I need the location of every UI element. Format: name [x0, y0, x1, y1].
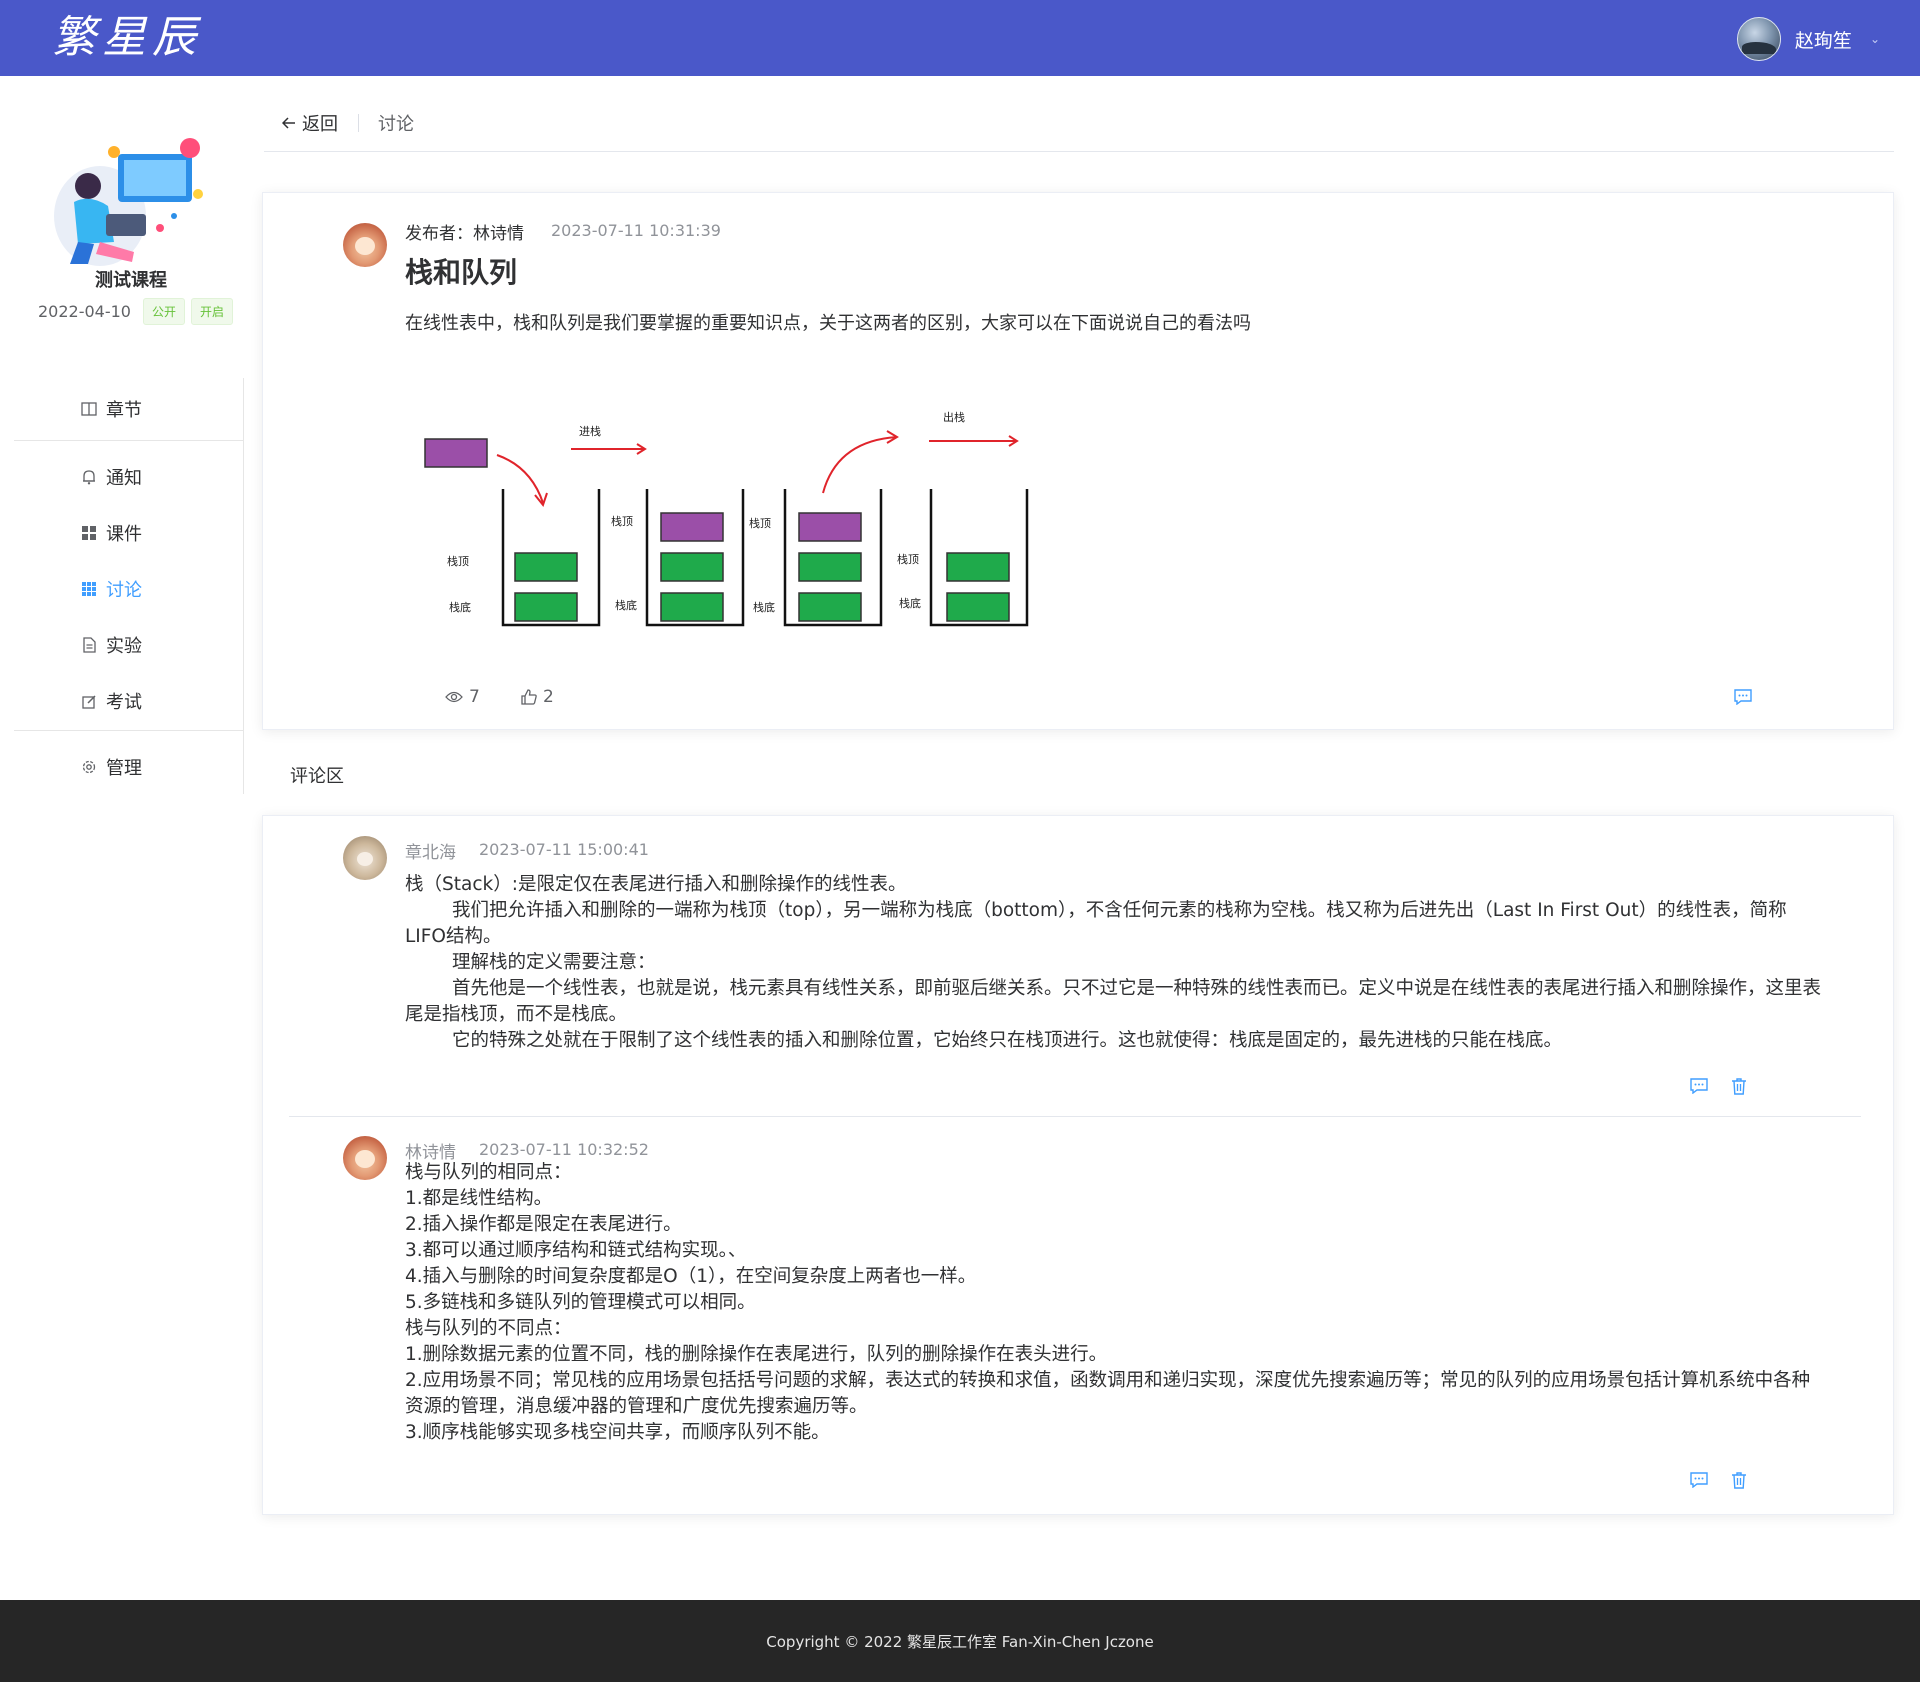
comment-body: 栈（Stack）:是限定仅在表尾进行插入和删除操作的线性表。 我们把允许插入和删… — [405, 874, 1822, 1051]
page-footer: Copyright © 2022 繁星辰工作室 Fan-Xin-Chen Jcz… — [0, 1600, 1920, 1682]
menu-item-experiments[interactable]: 实验 — [80, 632, 142, 658]
menu-label-courseware: 课件 — [106, 524, 142, 545]
top-label: 栈顶 — [447, 554, 469, 568]
open-tag: 开启 — [191, 298, 234, 325]
book-icon — [80, 400, 98, 418]
user-avatar[interactable] — [1736, 17, 1781, 61]
edit-icon — [80, 692, 98, 710]
user-menu[interactable]: 赵珣笙 ⌄ — [1736, 17, 1880, 61]
page-header: 返回 讨论 — [264, 90, 1894, 152]
course-sidebar: 测试课程 2022-04-10 公开 开启 章节 通知 课件 讨论 实验 考试 … — [0, 76, 250, 796]
pop-label: 出栈 — [943, 410, 965, 424]
comment-author: 章北海 — [405, 843, 456, 863]
comments-section-label: 评论区 — [290, 766, 344, 787]
menu-label-experiments: 实验 — [106, 636, 142, 657]
top-label: 栈顶 — [611, 514, 633, 528]
top-navbar: 繁星辰 赵珣笙 ⌄ — [0, 0, 1920, 76]
page-title: 讨论 — [378, 114, 414, 135]
menu-item-discussion[interactable]: 讨论 — [80, 576, 142, 602]
back-label: 返回 — [302, 114, 338, 135]
menu-item-notices[interactable]: 通知 — [80, 464, 142, 490]
chevron-down-icon[interactable]: ⌄ — [1870, 32, 1880, 46]
comment-divider — [289, 1116, 1861, 1117]
top-label: 栈顶 — [749, 516, 771, 530]
commenter-avatar[interactable] — [343, 836, 387, 880]
bottom-label: 栈底 — [615, 598, 637, 612]
delete-icon[interactable] — [1729, 1470, 1749, 1490]
view-count: 7 — [445, 687, 480, 707]
author-prefix: 发布者： — [405, 224, 473, 244]
post-title: 栈和队列 — [405, 256, 518, 289]
back-button[interactable]: 返回 — [281, 110, 338, 136]
author-name: 林诗情 — [473, 224, 524, 244]
eye-icon — [445, 691, 463, 703]
bottom-label: 栈底 — [753, 600, 775, 614]
author-avatar[interactable] — [343, 223, 387, 267]
bottom-label: 栈底 — [899, 596, 921, 610]
grid-icon — [80, 524, 98, 542]
delete-icon[interactable] — [1729, 1076, 1749, 1096]
reply-icon[interactable] — [1689, 1076, 1709, 1096]
course-title: 测试课程 — [95, 270, 167, 291]
course-menu: 章节 通知 课件 讨论 实验 考试 管理 — [14, 378, 244, 794]
copyright-text: Copyright © 2022 繁星辰工作室 Fan-Xin-Chen Jcz… — [766, 1632, 1154, 1651]
menu-label-notices: 通知 — [106, 468, 142, 489]
comments-card: 章北海 2023-07-11 15:00:41 栈（Stack）:是限定仅在表尾… — [262, 815, 1894, 1515]
menu-item-courseware[interactable]: 课件 — [80, 520, 142, 546]
like-button[interactable]: 2 — [521, 687, 554, 707]
document-icon — [80, 636, 98, 654]
push-label: 进栈 — [579, 424, 601, 438]
reply-icon[interactable] — [1733, 687, 1753, 707]
menu-label-exams: 考试 — [106, 692, 142, 713]
header-separator — [358, 114, 359, 132]
menu-item-chapters[interactable]: 章节 — [80, 396, 142, 422]
post-content: 在线性表中，栈和队列是我们要掌握的重要知识点，关于这两者的区别，大家可以在下面说… — [405, 313, 1251, 334]
post-time: 2023-07-11 10:31:39 — [551, 221, 721, 240]
comment-time: 2023-07-11 15:00:41 — [479, 840, 649, 859]
menu-item-manage[interactable]: 管理 — [80, 754, 142, 780]
public-tag: 公开 — [142, 298, 185, 325]
menu-label-discussion: 讨论 — [106, 580, 142, 601]
gear-icon — [80, 758, 98, 776]
like-count-value: 2 — [543, 687, 554, 707]
top-label: 栈顶 — [897, 552, 919, 566]
menu-divider — [14, 440, 244, 441]
user-name[interactable]: 赵珣笙 — [1795, 26, 1852, 53]
arrow-left-icon — [281, 113, 296, 134]
site-logo[interactable]: 繁星辰 — [52, 10, 202, 66]
reply-icon[interactable] — [1689, 1470, 1709, 1490]
post-card: 发布者：林诗情 2023-07-11 10:31:39 栈和队列 在线性表中，栈… — [262, 192, 1894, 730]
stack-diagram-image: 进栈 出栈 栈顶 栈底 栈顶 栈底 栈顶 栈底 栈顶 栈底 — [424, 410, 1029, 627]
thumbs-up-icon — [521, 689, 537, 705]
post-author: 发布者：林诗情 — [405, 219, 524, 244]
menu-divider — [14, 730, 244, 731]
view-count-value: 7 — [469, 687, 480, 707]
bottom-label: 栈底 — [449, 600, 471, 614]
menu-item-exams[interactable]: 考试 — [80, 688, 142, 714]
comment-body: 栈与队列的相同点： 1.都是线性结构。 2.插入操作都是限定在表尾进行。 3.都… — [405, 1162, 1811, 1443]
bell-icon — [80, 468, 98, 486]
course-cover-image — [54, 138, 203, 266]
course-meta: 2022-04-10 公开 开启 — [38, 298, 239, 325]
menu-label-manage: 管理 — [106, 758, 142, 779]
comment-time: 2023-07-11 10:32:52 — [479, 1140, 649, 1159]
grid-dense-icon — [80, 580, 98, 598]
course-date: 2022-04-10 — [38, 302, 131, 321]
commenter-avatar[interactable] — [343, 1136, 387, 1180]
menu-label-chapters: 章节 — [106, 400, 142, 421]
